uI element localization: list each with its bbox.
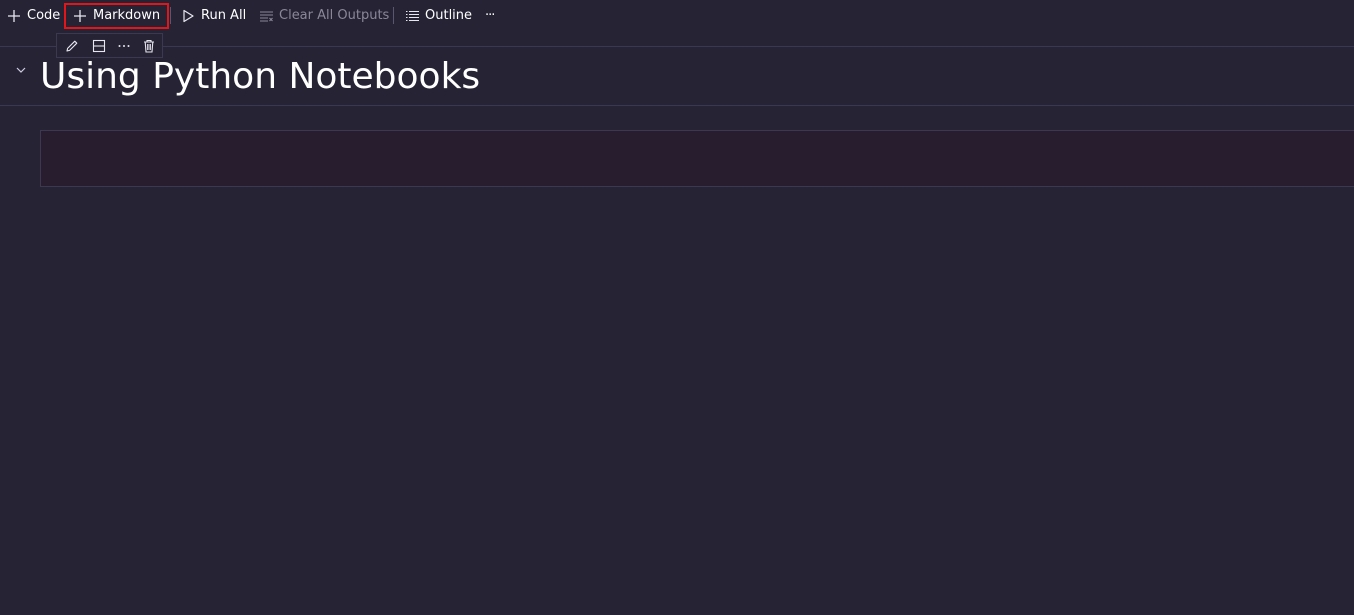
toolbar-separator [170,7,171,24]
more-icon[interactable] [116,38,132,54]
markdown-heading[interactable]: Using Python Notebooks [40,55,480,99]
notebook-toolbar: Code Markdown Run All Clear All Outputs [0,0,1354,31]
chevron-down-icon[interactable] [14,62,28,76]
plus-icon [6,8,22,24]
clear-all-outputs-label: Clear All Outputs [279,8,390,23]
clear-all-icon [258,8,274,24]
plus-icon [72,8,88,24]
run-all-button[interactable]: Run All [180,5,246,26]
more-actions-button[interactable]: ··· [485,5,495,26]
add-code-cell-button[interactable]: Code [6,5,60,26]
edit-icon[interactable] [64,38,80,54]
toolbar-divider [0,46,1354,47]
outline-list-icon [404,8,420,24]
add-code-cell-label: Code [27,8,61,23]
add-markdown-cell-label: Markdown [93,8,161,23]
split-cell-icon[interactable] [91,38,107,54]
empty-cell[interactable] [40,130,1354,187]
run-all-label: Run All [201,8,247,23]
run-icon [180,8,196,24]
clear-all-outputs-button[interactable]: Clear All Outputs [258,5,389,26]
add-markdown-cell-button[interactable]: Markdown [72,5,160,26]
toolbar-separator [393,7,394,24]
more-icon: ··· [485,8,495,23]
outline-button[interactable]: Outline [404,5,472,26]
delete-icon[interactable] [141,38,157,54]
outline-label: Outline [425,8,473,23]
cell-divider [0,105,1354,106]
